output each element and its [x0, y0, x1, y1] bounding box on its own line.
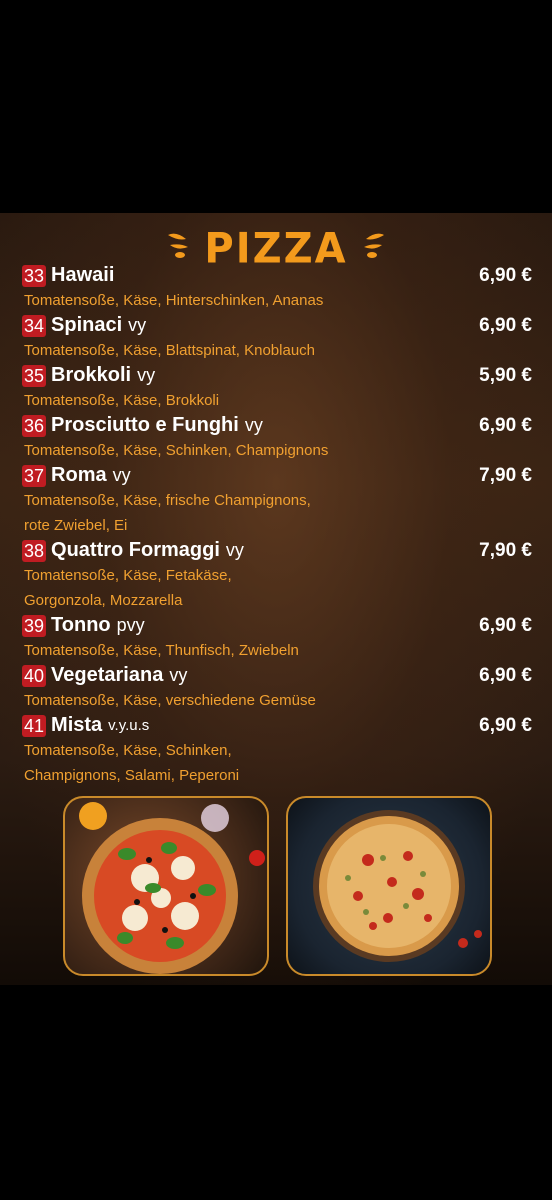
item-price: 6,90 € — [479, 614, 532, 636]
item-name: Roma — [51, 464, 107, 486]
item-allergens: v.y.u.s — [108, 717, 150, 734]
item-description-line-2: Champignons, Salami, Peperoni — [24, 767, 240, 784]
item-allergens: vy — [244, 415, 263, 435]
item-name: Vegetariana — [51, 664, 164, 686]
item-description: Tomatensoße, Käse, verschiedene Gemüse — [24, 692, 316, 709]
item-allergens: vy — [169, 665, 188, 685]
splash-right-icon — [364, 233, 384, 258]
item-description: Tomatensoße, Käse, Thunfisch, Zwiebeln — [24, 642, 299, 659]
item-description-line-2: Gorgonzola, Mozzarella — [24, 592, 183, 609]
item-description-line-1: Tomatensoße, Käse, frische Champignons, — [24, 492, 311, 509]
item-price: 6,90 € — [479, 414, 532, 436]
item-number-badge: 34 — [22, 314, 47, 337]
menu-item-hawaii: 33 Hawaii 6,90 € Tomatensoße, Käse, Hint… — [22, 263, 532, 313]
item-price: 6,90 € — [479, 314, 532, 336]
item-name: Tonno — [51, 614, 111, 636]
item-allergens: pvy — [116, 615, 145, 635]
margherita-pizza-photo — [63, 796, 269, 976]
item-name: Spinaci — [51, 314, 123, 336]
menu-item-quattro-formaggi: 38 Quattro Formaggi vy 7,90 € Tomatensoß… — [22, 538, 532, 613]
item-price: 7,90 € — [479, 464, 532, 486]
item-allergens: vy — [225, 540, 244, 560]
item-number-badge: 35 — [22, 364, 47, 387]
item-price: 6,90 € — [479, 664, 532, 686]
item-number-badge: 36 — [22, 414, 47, 437]
item-description-line-1: Tomatensoße, Käse, Schinken, — [24, 742, 232, 759]
menu-item-spinaci: 34 Spinaci vy 6,90 € Tomatensoße, Käse, … — [22, 313, 532, 363]
item-description: Tomatensoße, Käse, Schinken, Champignons — [24, 442, 329, 459]
item-description-line-1: Tomatensoße, Käse, Fetakäse, — [24, 567, 232, 584]
item-number-badge: 33 — [22, 264, 47, 287]
item-description-line-2: rote Zwiebel, Ei — [24, 517, 128, 534]
menu-item-roma: 37 Roma vy 7,90 € Tomatensoße, Käse, fri… — [22, 463, 532, 538]
item-name: Quattro Formaggi — [51, 539, 220, 561]
item-name: Hawaii — [51, 264, 115, 286]
mixed-pizza-icon — [313, 810, 482, 962]
menu-item-prosciutto-funghi: 36 Prosciutto e Funghi vy 6,90 € Tomaten… — [22, 413, 532, 463]
item-price: 6,90 € — [479, 264, 532, 286]
item-allergens: vy — [112, 465, 131, 485]
item-price: 7,90 € — [479, 539, 532, 561]
menu-item-mista: 41 Mista v.y.u.s 6,90 € Tomatensoße, Käs… — [22, 713, 532, 788]
item-number-badge: 38 — [22, 539, 47, 562]
item-description: Tomatensoße, Käse, Hinterschinken, Anana… — [24, 292, 324, 309]
item-description: Tomatensoße, Käse, Blattspinat, Knoblauc… — [24, 342, 316, 359]
menu-board: PIZZA 33 Hawaii 6,90 € Tomatensoße, Käse… — [0, 213, 552, 985]
item-name: Brokkoli — [51, 364, 132, 386]
splash-left-icon — [168, 233, 188, 258]
item-name: Prosciutto e Funghi — [51, 414, 239, 436]
margherita-pizza-icon — [79, 802, 265, 974]
mixed-pizza-photo — [286, 796, 492, 976]
item-allergens: vy — [137, 365, 156, 385]
item-price: 5,90 € — [479, 364, 532, 386]
menu-item-tonno: 39 Tonno pvy 6,90 € Tomatensoße, Käse, T… — [22, 613, 532, 663]
item-number-badge: 40 — [22, 664, 47, 687]
item-number-badge: 39 — [22, 614, 47, 637]
item-name: Mista — [51, 714, 103, 736]
item-price: 6,90 € — [479, 714, 532, 736]
item-number-badge: 41 — [22, 714, 47, 737]
item-description: Tomatensoße, Käse, Brokkoli — [24, 392, 220, 409]
item-number-badge: 37 — [22, 464, 47, 487]
menu-item-brokkoli: 35 Brokkoli vy 5,90 € Tomatensoße, Käse,… — [22, 363, 532, 413]
menu-item-vegetariana: 40 Vegetariana vy 6,90 € Tomatensoße, Kä… — [22, 663, 532, 713]
item-allergens: vy — [128, 315, 147, 335]
